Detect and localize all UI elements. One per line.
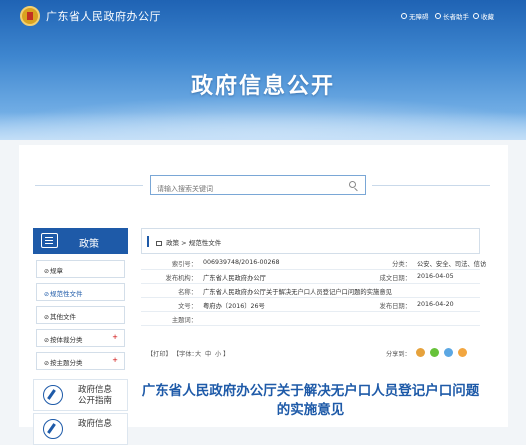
search-box: [150, 175, 366, 198]
home-icon[interactable]: [156, 241, 162, 246]
sidebar-item-regulations[interactable]: ⊘规章: [36, 260, 125, 278]
meta-row: 名称： 广东省人民政府办公厅关于解决无户口人员登记户口问题的实施意见: [141, 284, 480, 298]
top-link-accessibility[interactable]: 无障碍: [401, 11, 429, 21]
font-size-small-button[interactable]: 小: [215, 349, 221, 358]
top-link-elder-help[interactable]: 长者助手: [435, 11, 469, 21]
divider: [372, 185, 490, 186]
font-size-large-button[interactable]: 大: [195, 349, 201, 358]
document-metadata: 索引号： 006939748/2016-00268 分类： 公安、安全、司法、信…: [141, 256, 486, 340]
book-icon: [41, 233, 58, 248]
sidebar-item-other-documents[interactable]: ⊘其他文件: [36, 306, 125, 324]
breadcrumb: 政策 > 规范性文件: [141, 228, 480, 254]
site-title[interactable]: 广东省人民政府办公厅: [46, 8, 161, 24]
sidebar-item-by-topic[interactable]: ⊘按主题分类 +: [36, 352, 125, 370]
font-size-medium-button[interactable]: 中: [205, 349, 211, 358]
share-label: 分享到：: [386, 351, 411, 358]
top-link-favorite[interactable]: 收藏: [473, 11, 494, 21]
article-toolbar: 【打印】 【字体： 大 中 小 】 分享到：: [141, 346, 480, 364]
share-wechat-icon[interactable]: [430, 348, 439, 357]
search-input[interactable]: [151, 180, 341, 198]
meta-row: 文号： 粤府办〔2016〕26号 发布日期： 2016-04-20: [141, 298, 480, 312]
search-icon[interactable]: [349, 181, 356, 188]
disclosure-guide-link[interactable]: 政府信息 公开指南: [33, 379, 128, 411]
sidebar-item-by-genre[interactable]: ⊘按体裁分类 +: [36, 329, 125, 347]
bullet-icon: ⊘: [44, 268, 50, 275]
expand-icon[interactable]: +: [112, 356, 118, 364]
divider: [35, 185, 143, 186]
print-button[interactable]: 【打印】: [147, 349, 172, 358]
elder-help-icon: [435, 13, 441, 19]
document-icon: [43, 419, 63, 439]
compass-icon: [43, 385, 63, 405]
breadcrumb-item[interactable]: 政策: [166, 239, 179, 247]
bullet-icon: ⊘: [44, 337, 50, 344]
bullet-icon: ⊘: [44, 360, 50, 367]
sidebar-header-label: 政策: [79, 239, 99, 250]
meta-row: 索引号： 006939748/2016-00268 分类： 公安、安全、司法、信…: [141, 256, 486, 270]
star-icon: [473, 13, 479, 19]
article-title: 广东省人民政府办公厅关于解决无户口人员登记户口问题的实施意见: [141, 383, 480, 418]
sidebar-item-normative-documents[interactable]: ⊘规范性文件: [36, 283, 125, 301]
bullet-icon: ⊘: [44, 291, 50, 298]
meta-row: 主题词：: [141, 312, 480, 326]
accessibility-icon: [401, 13, 407, 19]
expand-icon[interactable]: +: [112, 333, 118, 341]
accent-bar: [147, 236, 149, 247]
bullet-icon: ⊘: [44, 314, 50, 321]
share-weibo-icon[interactable]: [416, 348, 425, 357]
share-qzone-icon[interactable]: [458, 348, 467, 357]
meta-row: 发布机构： 广东省人民政府办公厅 成文日期： 2016-04-05: [141, 270, 480, 284]
disclosure-link[interactable]: 政府信息: [33, 413, 128, 445]
breadcrumb-item[interactable]: 规范性文件: [189, 239, 222, 247]
national-emblem-icon: [20, 6, 40, 26]
page-title: 政府信息公开: [190, 74, 335, 99]
share-qq-icon[interactable]: [444, 348, 453, 357]
sidebar-header: 政策: [33, 228, 128, 254]
